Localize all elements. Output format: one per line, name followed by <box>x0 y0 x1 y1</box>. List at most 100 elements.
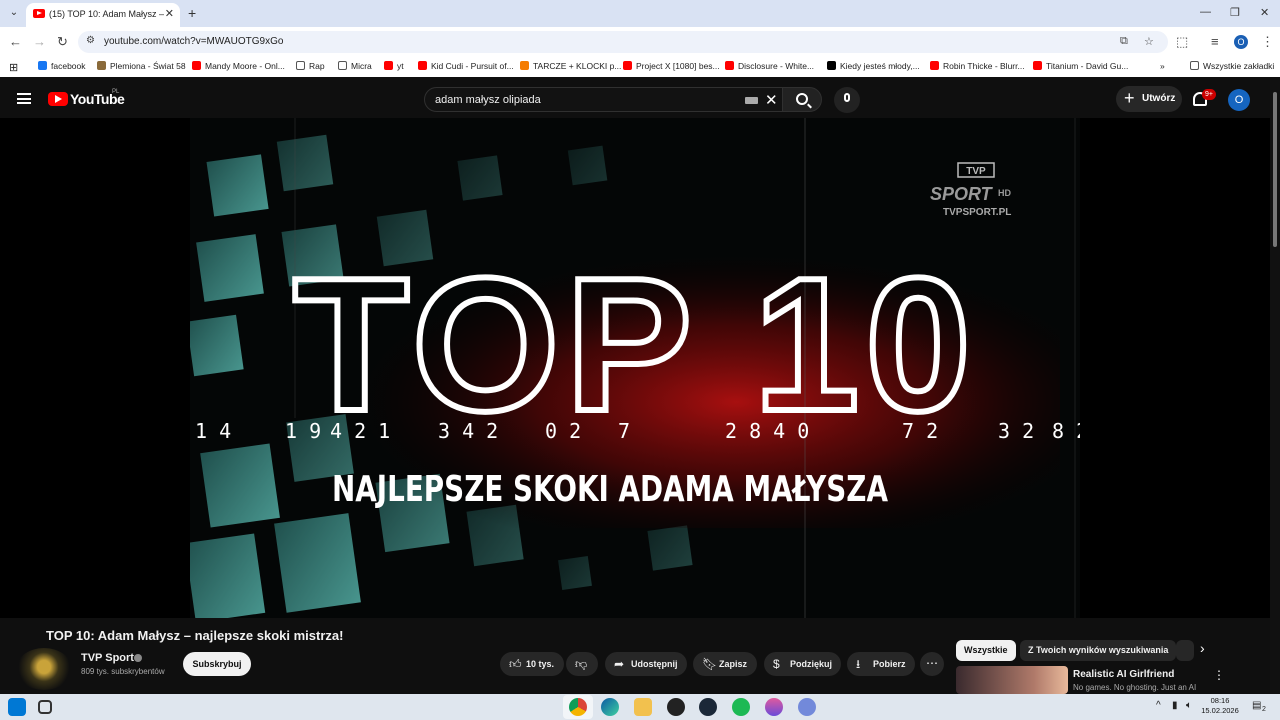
bookmark-star-icon[interactable]: ☆ <box>1144 35 1154 48</box>
microphone-icon <box>844 93 850 102</box>
subscribe-button[interactable]: Subskrybuj <box>183 652 251 676</box>
bookmark-item[interactable]: Kid Cudi - Pursuit of... <box>418 61 514 71</box>
voice-search-button[interactable] <box>834 87 860 113</box>
notification-center-icon[interactable]: ▤ <box>1252 700 1261 711</box>
chevron-right-icon[interactable]: › <box>1200 640 1205 656</box>
file-explorer-icon[interactable] <box>634 698 652 716</box>
discord-icon[interactable] <box>798 698 816 716</box>
channel-name[interactable]: TVP Sport <box>81 652 134 664</box>
save-label: Zapisz <box>719 659 748 669</box>
tab-search-button[interactable]: ⌄ <box>6 5 22 21</box>
youtube-favicon-icon <box>33 9 45 18</box>
search-query: adam małysz olipiada <box>435 94 541 106</box>
channel-avatar[interactable] <box>16 648 72 690</box>
steam-icon[interactable] <box>699 698 717 716</box>
ad-title[interactable]: Realistic AI Girlfriend <box>1073 669 1174 680</box>
favicon-icon <box>384 61 393 70</box>
overlay-number: 7 <box>618 419 630 443</box>
share-button[interactable]: ➦ Udostępnij <box>605 652 687 676</box>
search-button[interactable] <box>782 87 822 112</box>
create-button[interactable]: + Utwórz <box>1116 86 1182 112</box>
chip-all[interactable]: Wszystkie <box>956 640 1016 661</box>
bookmarks-overflow-icon[interactable]: » <box>1160 61 1165 71</box>
bookmark-label: Plemiona - Świat 58 <box>110 61 186 71</box>
tab-close-icon[interactable]: ✕ <box>165 7 174 20</box>
like-count: 10 tys. <box>526 659 555 669</box>
spotify-icon[interactable] <box>732 698 750 716</box>
cast-icon[interactable]: ⧉ <box>1120 35 1128 48</box>
edge-icon[interactable] <box>601 698 619 716</box>
bookmark-item[interactable]: Plemiona - Świat 58 <box>97 61 186 71</box>
thanks-button[interactable]: $ Podziękuj <box>764 652 841 676</box>
chip-overflow[interactable] <box>1176 640 1194 661</box>
dislike-button[interactable]: 👎︎ <box>566 652 598 676</box>
bookmark-item[interactable]: TARCZE + KLOCKI p... <box>520 61 621 71</box>
region-code: PL <box>112 89 120 95</box>
bookmark-item[interactable]: yt <box>384 61 404 71</box>
browser-menu-icon[interactable]: ⋮ <box>1261 34 1274 50</box>
start-icon[interactable] <box>8 698 26 716</box>
system-clock[interactable]: 08:16 15.02.2026 <box>1200 696 1240 716</box>
search-input[interactable]: adam małysz olipiada ✕ <box>424 87 784 112</box>
save-button[interactable]: 🔖︎ Zapisz <box>693 652 757 676</box>
all-bookmarks-label: Wszystkie zakładki <box>1203 61 1275 71</box>
youtube-logo-icon[interactable] <box>48 92 68 106</box>
bookmark-label: TARCZE + KLOCKI p... <box>533 61 622 71</box>
reload-icon[interactable]: ↻ <box>57 34 68 50</box>
microphone-tray-icon[interactable]: ▮ <box>1172 700 1178 711</box>
window-close-icon[interactable]: ✕ <box>1260 6 1269 19</box>
address-bar[interactable]: ⚙ youtube.com/watch?v=MWAUOTG9xGo ⧉ ☆ <box>78 31 1168 53</box>
app-icon-dark[interactable] <box>667 698 685 716</box>
back-icon[interactable]: ← <box>9 34 22 49</box>
chip-from-search[interactable]: Z Twoich wyników wyszukiwania <box>1020 640 1177 661</box>
download-icon: ⭳ <box>856 657 861 671</box>
bookmark-item[interactable]: Mandy Moore - Onl... <box>192 61 285 71</box>
page-scrollbar[interactable] <box>1270 80 1280 694</box>
tvp-site-text: TVPSPORT.PL <box>943 207 1011 218</box>
app-icon-drop[interactable] <box>765 698 783 716</box>
like-button[interactable]: 👍︎ 10 tys. <box>500 652 564 676</box>
bookmark-item[interactable]: Micra <box>338 61 372 71</box>
keyboard-icon[interactable] <box>745 97 758 104</box>
overlay-number: 2 8 4 0 <box>725 419 809 443</box>
forward-icon[interactable]: → <box>33 34 46 49</box>
video-player[interactable]: TVP SPORT HD TVPSPORT.PL TOP 10 1 4 1 9 4 … <box>0 118 1270 618</box>
bookmark-item[interactable]: Disclosure - White... <box>725 61 814 71</box>
download-button[interactable]: ⭳ Pobierz <box>847 652 915 676</box>
thumbs-down-icon: 👎︎ <box>575 657 588 671</box>
video-frame[interactable]: TVP SPORT HD TVPSPORT.PL TOP 10 1 4 1 9 4 … <box>190 118 1080 618</box>
menu-icon[interactable] <box>17 93 31 104</box>
browser-profile-avatar[interactable]: O <box>1234 35 1248 49</box>
account-avatar[interactable]: O <box>1228 89 1250 111</box>
favicon-icon <box>97 61 106 70</box>
clear-search-icon[interactable]: ✕ <box>765 91 778 109</box>
bookmark-item[interactable]: facebook <box>38 61 86 71</box>
all-bookmarks-folder[interactable]: Wszystkie zakładki <box>1190 61 1274 71</box>
bookmark-item[interactable]: Robin Thicke - Blurr... <box>930 61 1025 71</box>
overlay-number: 3 4 2 <box>438 419 498 443</box>
bookmark-item[interactable]: Project X [1080] bes... <box>623 61 720 71</box>
chrome-icon[interactable] <box>569 698 587 716</box>
tray-chevron-icon[interactable]: ^ <box>1156 700 1161 711</box>
reading-list-icon[interactable]: ≡ <box>1211 34 1219 49</box>
apps-grid-icon[interactable]: ⊞ <box>9 61 18 74</box>
scrollbar-thumb[interactable] <box>1273 92 1277 247</box>
bookmark-item[interactable]: Rap <box>296 61 325 71</box>
notifications-badge: 9+ <box>1202 89 1216 100</box>
volume-icon[interactable]: 🔈︎ <box>1186 700 1192 711</box>
bookmark-label: Kid Cudi - Pursuit of... <box>431 61 514 71</box>
new-tab-button[interactable]: + <box>188 5 196 21</box>
ad-thumbnail[interactable] <box>956 666 1068 694</box>
site-info-icon[interactable]: ⚙ <box>86 35 95 46</box>
task-view-icon[interactable] <box>38 700 52 714</box>
overlay-number: 7 2 <box>902 419 938 443</box>
browser-tab-active[interactable]: (15) TOP 10: Adam Małysz – na ✕ <box>26 3 180 27</box>
extensions-icon[interactable]: ⬚ <box>1176 34 1188 50</box>
bookmark-item[interactable]: Kiedy jesteś młody,... <box>827 61 920 71</box>
bookmark-item[interactable]: Titanium - David Gu... <box>1033 61 1128 71</box>
thumbs-up-icon: 👍︎ <box>509 657 522 671</box>
ad-menu-icon[interactable]: ⋮ <box>1213 668 1225 682</box>
more-actions-icon[interactable]: ⋯ <box>920 652 944 676</box>
restore-icon[interactable]: ❐ <box>1230 6 1240 19</box>
minimize-icon[interactable]: — <box>1200 6 1211 18</box>
